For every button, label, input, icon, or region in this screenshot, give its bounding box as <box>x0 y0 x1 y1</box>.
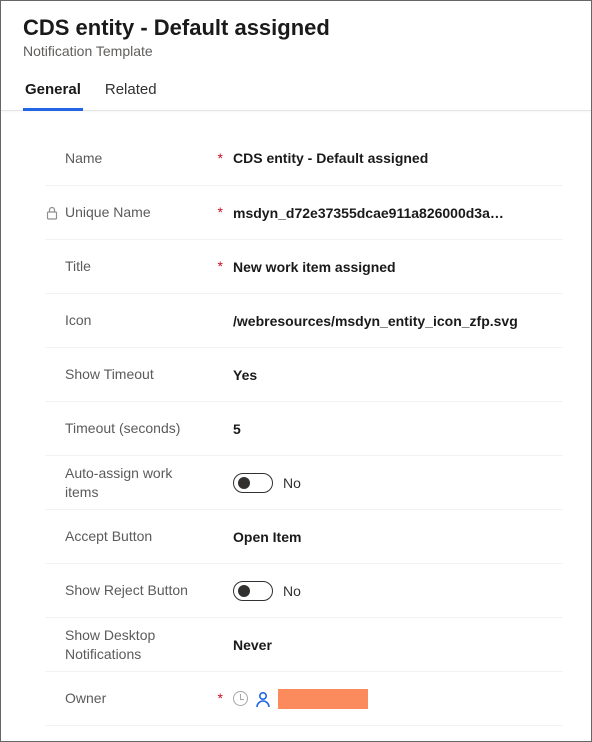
name-field[interactable]: CDS entity - Default assigned <box>233 150 563 166</box>
show-reject-toggle-label: No <box>283 583 301 599</box>
record-title: CDS entity - Default assigned <box>23 15 569 41</box>
field-row-accept-button: Accept Button Open Item <box>45 509 563 563</box>
required-indicator: * <box>213 203 223 221</box>
form-body: Name * CDS entity - Default assigned Uni… <box>1 111 591 726</box>
icon-field[interactable]: /webresources/msdyn_entity_icon_zfp.svg <box>233 313 563 329</box>
field-label: Timeout (seconds) <box>45 419 233 437</box>
field-row-icon: Icon /webresources/msdyn_entity_icon_zfp… <box>45 293 563 347</box>
show-reject-field: No <box>233 581 563 601</box>
auto-assign-toggle[interactable] <box>233 473 273 493</box>
title-field[interactable]: New work item assigned <box>233 259 563 275</box>
field-row-show-timeout: Show Timeout Yes <box>45 347 563 401</box>
record-entity-name: Notification Template <box>23 43 569 59</box>
required-indicator: * <box>213 149 223 167</box>
field-row-title: Title * New work item assigned <box>45 239 563 293</box>
timeout-field[interactable]: 5 <box>233 421 563 437</box>
field-label: Auto-assign work items <box>45 464 233 500</box>
field-row-show-reject: Show Reject Button No <box>45 563 563 617</box>
tab-general[interactable]: General <box>23 73 83 111</box>
accept-button-field[interactable]: Open Item <box>233 529 563 545</box>
required-indicator: * <box>213 689 223 707</box>
field-label: Name * <box>45 149 233 167</box>
owner-value-redacted <box>278 689 368 709</box>
field-row-unique-name: Unique Name * msdyn_d72e37355dcae911a826… <box>45 185 563 239</box>
field-row-name: Name * CDS entity - Default assigned <box>45 131 563 185</box>
field-label: Icon <box>45 311 233 329</box>
field-label: Title * <box>45 257 233 275</box>
field-row-desktop-notifications: Show Desktop Notifications Never <box>45 617 563 671</box>
field-row-auto-assign: Auto-assign work items No <box>45 455 563 509</box>
clock-icon <box>233 691 248 706</box>
record-header: CDS entity - Default assigned Notificati… <box>1 1 591 111</box>
owner-field[interactable] <box>233 689 563 709</box>
app-frame: CDS entity - Default assigned Notificati… <box>0 0 592 742</box>
field-row-owner: Owner * <box>45 671 563 725</box>
show-timeout-field[interactable]: Yes <box>233 367 563 383</box>
form-tabs: General Related <box>23 73 569 110</box>
unique-name-field: msdyn_d72e37355dcae911a826000d3a… <box>233 205 563 221</box>
tab-related[interactable]: Related <box>103 73 159 111</box>
form-general: Name * CDS entity - Default assigned Uni… <box>45 131 563 726</box>
field-label: Show Reject Button <box>45 581 233 599</box>
required-indicator: * <box>213 257 223 275</box>
field-label: Show Desktop Notifications <box>45 626 233 662</box>
field-label: Unique Name * <box>45 203 233 221</box>
desktop-notifications-field[interactable]: Never <box>233 637 563 653</box>
field-label: Owner * <box>45 689 233 707</box>
person-icon <box>254 690 272 708</box>
field-label: Show Timeout <box>45 365 233 383</box>
auto-assign-toggle-label: No <box>283 475 301 491</box>
lock-icon <box>45 206 59 220</box>
auto-assign-field: No <box>233 473 563 493</box>
field-row-timeout: Timeout (seconds) 5 <box>45 401 563 455</box>
field-label: Accept Button <box>45 527 233 545</box>
show-reject-toggle[interactable] <box>233 581 273 601</box>
